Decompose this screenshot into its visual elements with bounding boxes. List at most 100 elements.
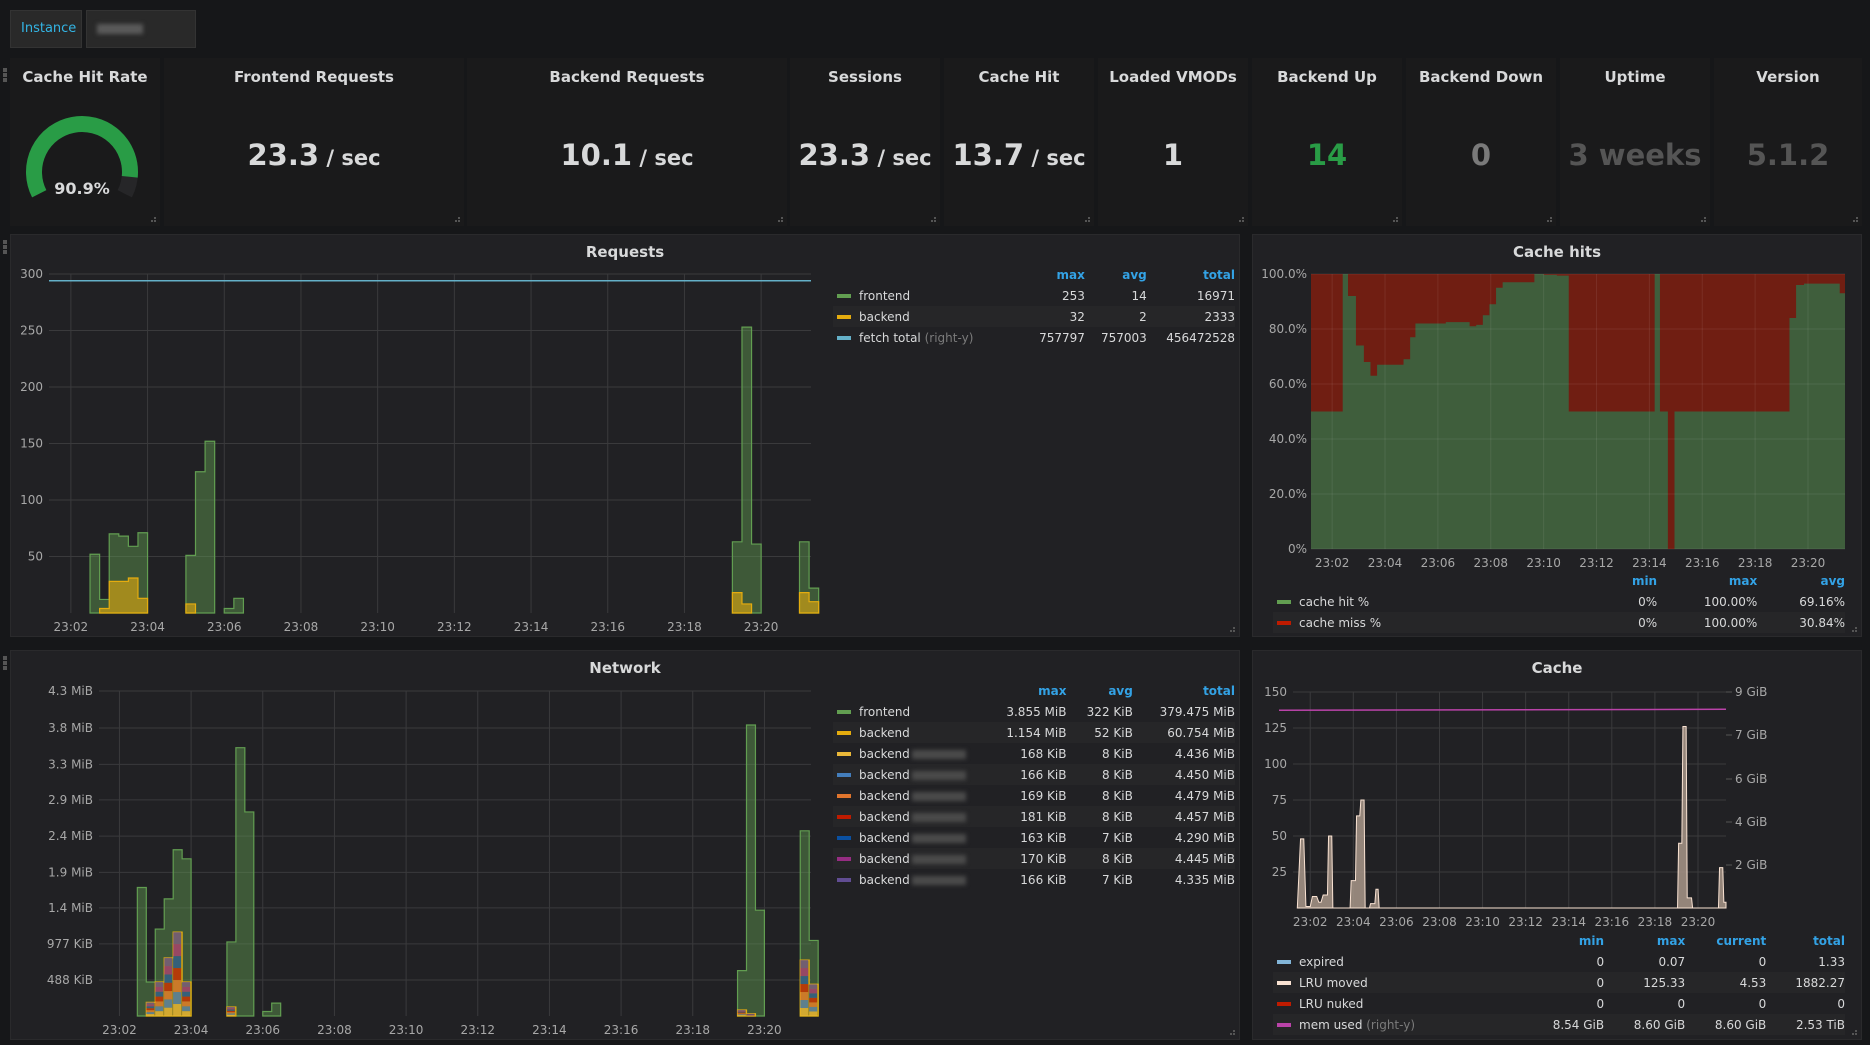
series-color-swatch-icon[interactable] bbox=[1277, 600, 1291, 604]
stat-title[interactable]: Frontend Requests bbox=[164, 68, 464, 86]
legend-column-avg[interactable]: avg bbox=[1085, 265, 1147, 285]
stat-title[interactable]: Loaded VMODs bbox=[1098, 68, 1248, 86]
stat-title[interactable]: Cache Hit Rate bbox=[10, 68, 160, 86]
legend-series-name[interactable]: cache hit % bbox=[1273, 591, 1603, 612]
legend-column-max[interactable]: max bbox=[1023, 265, 1085, 285]
resize-handle-icon[interactable] bbox=[1227, 624, 1235, 632]
legend-column-total[interactable]: total bbox=[1133, 681, 1235, 701]
resize-handle-icon[interactable] bbox=[1082, 214, 1090, 222]
legend-row[interactable]: backend 169 KiB 8 KiB 4.479 MiB bbox=[833, 785, 1235, 806]
legend-row[interactable]: LRU nuked 0 0 0 0 bbox=[1273, 993, 1845, 1014]
legend-series-name[interactable]: backend bbox=[833, 869, 983, 890]
legend-row[interactable]: frontend 3.855 MiB 322 KiB 379.475 MiB bbox=[833, 701, 1235, 722]
series-color-swatch-icon[interactable] bbox=[837, 752, 851, 756]
legend-series-name[interactable]: LRU nuked bbox=[1273, 993, 1523, 1014]
x-tick-label: 23:20 bbox=[747, 1023, 782, 1037]
legend-row[interactable]: backend 170 KiB 8 KiB 4.445 MiB bbox=[833, 848, 1235, 869]
legend-row[interactable]: backend 32 2 2333 bbox=[833, 306, 1235, 327]
series-color-swatch-icon[interactable] bbox=[1277, 1002, 1291, 1006]
legend-row[interactable]: fetch total (right-y) 757797 757003 4564725… bbox=[833, 327, 1235, 348]
legend-row[interactable]: backend 163 KiB 7 KiB 4.290 MiB bbox=[833, 827, 1235, 848]
series-color-swatch-icon[interactable] bbox=[1277, 960, 1291, 964]
resize-handle-icon[interactable] bbox=[148, 214, 156, 222]
stat-panel: Backend Up 14 bbox=[1252, 58, 1402, 226]
series-color-swatch-icon[interactable] bbox=[837, 878, 851, 882]
legend-column-min[interactable]: min bbox=[1603, 571, 1657, 591]
series-color-swatch-icon[interactable] bbox=[837, 857, 851, 861]
legend-series-name[interactable]: frontend bbox=[833, 285, 1023, 306]
legend-row[interactable]: backend 181 KiB 8 KiB 4.457 MiB bbox=[833, 806, 1235, 827]
legend-series-name[interactable]: expired bbox=[1273, 951, 1523, 972]
series-area-backend-band bbox=[737, 1015, 746, 1016]
series-color-swatch-icon[interactable] bbox=[1277, 981, 1291, 985]
legend-series-name[interactable]: LRU moved bbox=[1273, 972, 1523, 993]
stat-title[interactable]: Backend Up bbox=[1252, 68, 1402, 86]
series-color-swatch-icon[interactable] bbox=[1277, 621, 1291, 625]
stat-title[interactable]: Sessions bbox=[790, 68, 940, 86]
stat-title[interactable]: Backend Down bbox=[1406, 68, 1556, 86]
legend-series-name[interactable]: backend bbox=[833, 722, 983, 743]
legend-column-avg[interactable]: avg bbox=[1757, 571, 1845, 591]
row-drag-handle-icon[interactable] bbox=[3, 240, 9, 256]
legend-series-name[interactable]: fetch total (right-y) bbox=[833, 327, 1023, 348]
series-color-swatch-icon[interactable] bbox=[837, 836, 851, 840]
row-drag-handle-icon[interactable] bbox=[3, 656, 9, 672]
resize-handle-icon[interactable] bbox=[1544, 214, 1552, 222]
instance-selector[interactable]: .43.29▼ bbox=[86, 10, 196, 72]
legend-series-name[interactable]: backend bbox=[833, 806, 983, 827]
legend-series-name[interactable]: backend bbox=[833, 764, 983, 785]
resize-handle-icon[interactable] bbox=[928, 214, 936, 222]
legend-value: 30.84% bbox=[1757, 612, 1845, 633]
stat-title[interactable]: Uptime bbox=[1560, 68, 1710, 86]
legend-series-name[interactable]: backend bbox=[833, 306, 1023, 327]
legend-series-name[interactable]: frontend bbox=[833, 701, 983, 722]
legend-column-current[interactable]: current bbox=[1685, 931, 1766, 951]
series-color-swatch-icon[interactable] bbox=[837, 315, 851, 319]
resize-handle-icon[interactable] bbox=[1227, 1027, 1235, 1035]
legend-series-name[interactable]: cache miss % bbox=[1273, 612, 1603, 633]
legend-series-name[interactable]: backend bbox=[833, 785, 983, 806]
legend-row[interactable]: backend 166 KiB 8 KiB 4.450 MiB bbox=[833, 764, 1235, 785]
legend-row[interactable]: backend 166 KiB 7 KiB 4.335 MiB bbox=[833, 869, 1235, 890]
resize-handle-icon[interactable] bbox=[1698, 214, 1706, 222]
resize-handle-icon[interactable] bbox=[1390, 214, 1398, 222]
stat-title[interactable]: Version bbox=[1714, 68, 1862, 86]
legend-column-total[interactable]: total bbox=[1766, 931, 1845, 951]
legend-column-total[interactable]: total bbox=[1147, 265, 1235, 285]
series-color-swatch-icon[interactable] bbox=[837, 815, 851, 819]
legend-series-name[interactable]: backend bbox=[833, 743, 983, 764]
resize-handle-icon[interactable] bbox=[452, 214, 460, 222]
series-color-swatch-icon[interactable] bbox=[837, 294, 851, 298]
legend-row[interactable]: backend 168 KiB 8 KiB 4.436 MiB bbox=[833, 743, 1235, 764]
resize-handle-icon[interactable] bbox=[1850, 214, 1858, 222]
legend-row[interactable]: cache hit % 0% 100.00% 69.16% bbox=[1273, 591, 1845, 612]
legend-column-avg[interactable]: avg bbox=[1066, 681, 1133, 701]
series-label: frontend bbox=[859, 704, 911, 719]
row-drag-handle-icon[interactable] bbox=[3, 68, 9, 84]
legend-row[interactable]: LRU moved 0 125.33 4.53 1882.27 bbox=[1273, 972, 1845, 993]
series-color-swatch-icon[interactable] bbox=[1277, 1023, 1291, 1027]
resize-handle-icon[interactable] bbox=[1236, 214, 1244, 222]
legend-row[interactable]: expired 0 0.07 0 1.33 bbox=[1273, 951, 1845, 972]
series-color-swatch-icon[interactable] bbox=[837, 336, 851, 340]
legend-row[interactable]: backend 1.154 MiB 52 KiB 60.754 MiB bbox=[833, 722, 1235, 743]
legend-row[interactable]: cache miss % 0% 100.00% 30.84% bbox=[1273, 612, 1845, 633]
stat-title[interactable]: Backend Requests bbox=[467, 68, 787, 86]
resize-handle-icon[interactable] bbox=[775, 214, 783, 222]
series-color-swatch-icon[interactable] bbox=[837, 794, 851, 798]
legend-series-name[interactable]: mem used (right-y) bbox=[1273, 1014, 1523, 1035]
resize-handle-icon[interactable] bbox=[1849, 624, 1857, 632]
legend-column-max[interactable]: max bbox=[983, 681, 1066, 701]
stat-title[interactable]: Cache Hit bbox=[944, 68, 1094, 86]
legend-row[interactable]: frontend 253 14 16971 bbox=[833, 285, 1235, 306]
legend-column-min[interactable]: min bbox=[1523, 931, 1604, 951]
legend-column-max[interactable]: max bbox=[1604, 931, 1685, 951]
series-color-swatch-icon[interactable] bbox=[837, 731, 851, 735]
legend-series-name[interactable]: backend bbox=[833, 848, 983, 869]
resize-handle-icon[interactable] bbox=[1849, 1027, 1857, 1035]
series-color-swatch-icon[interactable] bbox=[837, 773, 851, 777]
legend-row[interactable]: mem used (right-y) 8.54 GiB 8.60 GiB 8.60 G… bbox=[1273, 1014, 1845, 1035]
legend-column-max[interactable]: max bbox=[1657, 571, 1757, 591]
legend-series-name[interactable]: backend bbox=[833, 827, 983, 848]
series-color-swatch-icon[interactable] bbox=[837, 710, 851, 714]
